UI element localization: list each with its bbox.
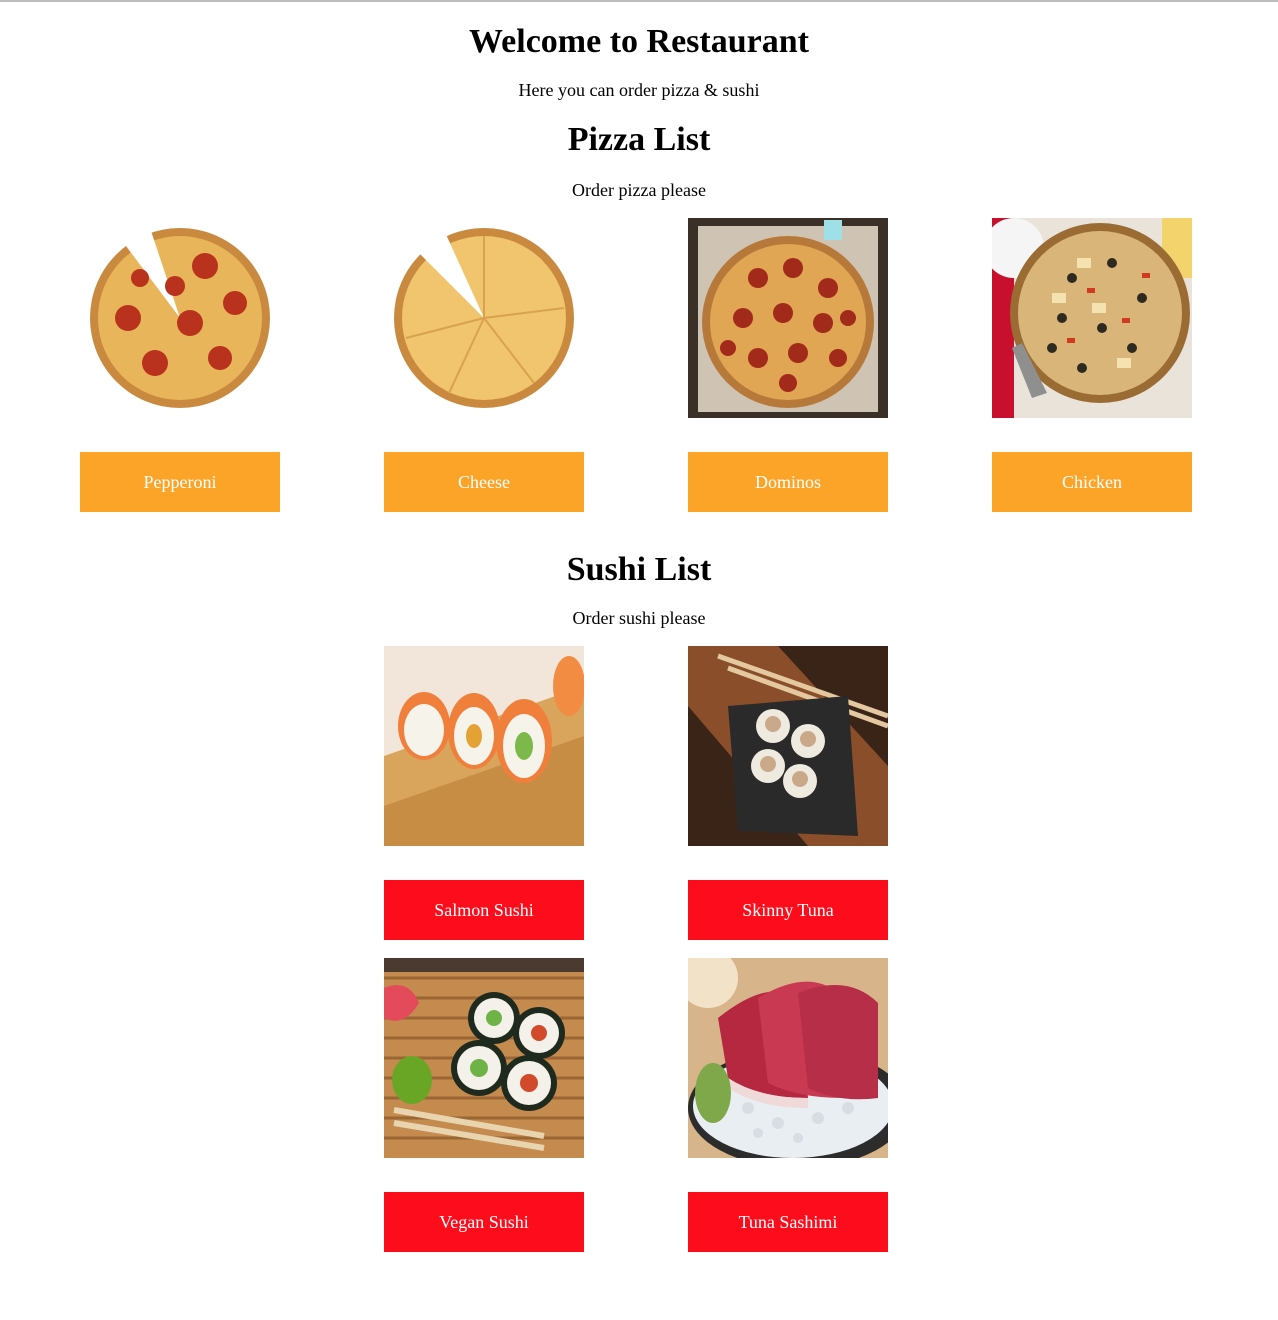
top-divider	[0, 0, 1278, 2]
chicken-pizza-image	[992, 218, 1192, 418]
pizza-subheading: Order pizza please	[572, 180, 706, 200]
cheese-pizza-image	[384, 218, 584, 418]
skinny-tuna-button[interactable]: Skinny Tuna	[688, 880, 888, 940]
page-title: Welcome to Restaurant	[469, 23, 809, 60]
pizza-heading: Pizza List	[567, 121, 711, 158]
dominos-button[interactable]: Dominos	[688, 452, 888, 512]
sushi-heading: Sushi List	[566, 551, 712, 588]
pepperoni-pizza-image	[80, 218, 280, 418]
tuna-sashimi-image	[688, 958, 888, 1158]
dominos-pizza-image	[688, 218, 888, 418]
vegan-sushi-image	[384, 958, 584, 1158]
cheese-button[interactable]: Cheese	[384, 452, 584, 512]
pepperoni-button[interactable]: Pepperoni	[80, 452, 280, 512]
salmon-sushi-button[interactable]: Salmon Sushi	[384, 880, 584, 940]
skinny-tuna-image	[688, 646, 888, 846]
sushi-subheading: Order sushi please	[572, 608, 706, 628]
page-subtitle: Here you can order pizza & sushi	[518, 80, 760, 100]
salmon-sushi-image	[384, 646, 584, 846]
tuna-sashimi-button[interactable]: Tuna Sashimi	[688, 1192, 888, 1252]
chicken-button[interactable]: Chicken	[992, 452, 1192, 512]
vegan-sushi-button[interactable]: Vegan Sushi	[384, 1192, 584, 1252]
